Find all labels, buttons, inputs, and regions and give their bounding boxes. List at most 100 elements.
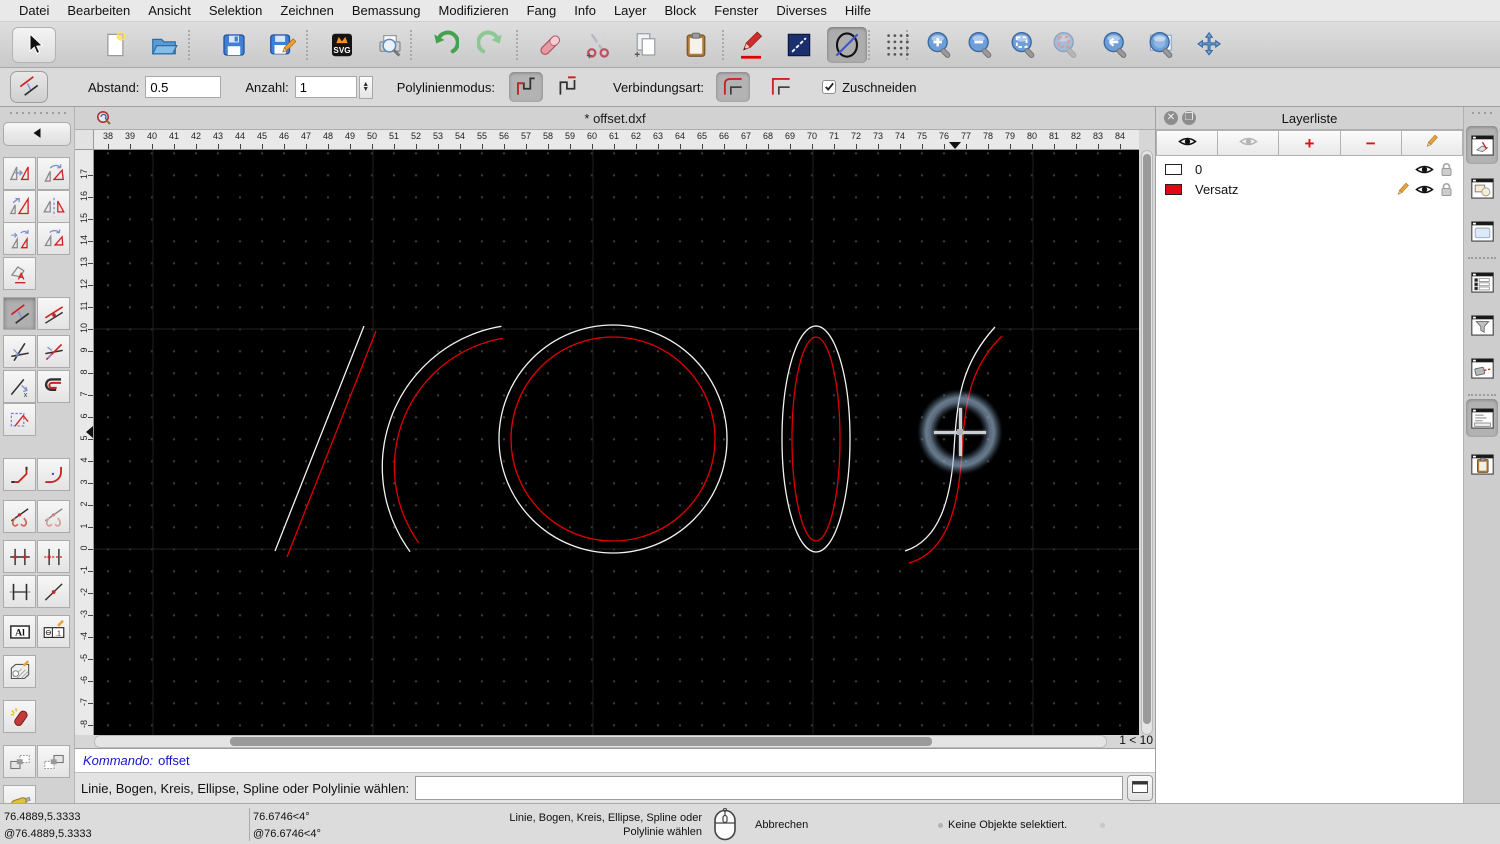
abstand-input[interactable] xyxy=(145,76,222,98)
modify-fillet-button[interactable] xyxy=(37,458,70,491)
menu-item-ansicht[interactable]: Ansicht xyxy=(139,0,200,22)
red-arc-entity[interactable] xyxy=(393,337,504,544)
modify-explode-block-button[interactable] xyxy=(3,745,36,778)
svg-export-button[interactable]: SVG xyxy=(322,27,362,63)
dock-property-editor-button[interactable] xyxy=(1466,263,1498,301)
modify-trim-two-button[interactable] xyxy=(37,335,70,368)
modify-scale-button[interactable] xyxy=(3,190,36,223)
hide-all-layers-button[interactable] xyxy=(1218,130,1280,156)
paste-button[interactable] xyxy=(676,27,716,63)
drawing-canvas[interactable] xyxy=(94,150,1139,735)
modify-purge-button[interactable] xyxy=(37,745,70,778)
edit-layer-button[interactable] xyxy=(1401,130,1464,156)
current-layer-pencil-icon[interactable] xyxy=(1391,182,1413,197)
modify-offset-button[interactable] xyxy=(3,297,36,330)
dock-selection-filter-button[interactable] xyxy=(1466,306,1498,344)
zoom-window-button[interactable] xyxy=(1142,27,1182,63)
save-as-button[interactable] xyxy=(262,27,302,63)
zoom-in-button[interactable] xyxy=(920,27,960,63)
connection-round-button[interactable] xyxy=(716,72,751,102)
menu-item-bemassung[interactable]: Bemassung xyxy=(343,0,430,22)
menu-item-info[interactable]: Info xyxy=(565,0,605,22)
modify-mirror-button[interactable] xyxy=(37,190,70,223)
layer-lock-icon[interactable] xyxy=(1435,182,1457,197)
offset-tool-button[interactable] xyxy=(10,71,48,103)
zoom-selection-button[interactable] xyxy=(1046,27,1086,63)
snap-grid-button[interactable] xyxy=(878,27,918,63)
dock-drag-handle[interactable] xyxy=(1470,111,1496,115)
menu-item-modifizieren[interactable]: Modifizieren xyxy=(430,0,518,22)
selection-arrow-button[interactable] xyxy=(12,27,56,63)
redo-button[interactable] xyxy=(472,27,512,63)
trim-checkbox[interactable]: Zuschneiden xyxy=(822,80,917,95)
pan-button[interactable] xyxy=(1190,27,1230,63)
zoom-previous-button[interactable] xyxy=(1096,27,1136,63)
dock-library-browser-button[interactable] xyxy=(1466,212,1498,250)
menu-item-fenster[interactable]: Fenster xyxy=(705,0,767,22)
cut-button[interactable] xyxy=(578,27,618,63)
layer-visibility-eye-icon[interactable] xyxy=(1413,183,1435,196)
menu-item-fang[interactable]: Fang xyxy=(518,0,566,22)
menu-item-bearbeiten[interactable]: Bearbeiten xyxy=(58,0,139,22)
modify-edit-hatch-button[interactable] xyxy=(3,655,36,688)
polyline-mode-keep-button[interactable] xyxy=(508,72,543,102)
menu-item-selektion[interactable]: Selektion xyxy=(200,0,271,22)
dock-block-list-button[interactable] xyxy=(1466,169,1498,207)
remove-layer-button[interactable]: − xyxy=(1340,130,1402,156)
new-file-button[interactable] xyxy=(96,27,136,63)
add-layer-button[interactable]: + xyxy=(1279,130,1341,156)
undo-button[interactable] xyxy=(424,27,464,63)
connection-sharp-button[interactable] xyxy=(764,72,798,102)
open-file-button[interactable] xyxy=(144,27,184,63)
line-tools-button[interactable] xyxy=(779,27,819,63)
menu-item-layer[interactable]: Layer xyxy=(605,0,656,22)
layer-color-swatch[interactable] xyxy=(1165,183,1182,195)
modify-divide-button[interactable] xyxy=(3,500,36,533)
red-ellipse-entity[interactable] xyxy=(791,336,841,542)
modify-break-gap-button[interactable] xyxy=(3,575,36,608)
modify-explode-button[interactable] xyxy=(3,700,36,733)
white-arc-entity[interactable] xyxy=(381,325,502,553)
modify-trim-button[interactable] xyxy=(3,335,36,368)
modify-break-out-button[interactable] xyxy=(3,540,36,573)
modify-split-button[interactable] xyxy=(37,575,70,608)
show-all-layers-button[interactable] xyxy=(1156,130,1219,156)
modify-align-reference-button[interactable] xyxy=(3,257,36,290)
vertical-scrollbar-thumb[interactable] xyxy=(1143,154,1151,724)
modify-rotate-two-button[interactable] xyxy=(37,222,70,255)
modify-rotate-button[interactable] xyxy=(37,157,70,190)
zoom-auto-button[interactable] xyxy=(1004,27,1044,63)
modify-stretch-button[interactable] xyxy=(3,403,36,436)
white-line-entity[interactable] xyxy=(274,325,365,552)
layer-visibility-eye-icon[interactable] xyxy=(1413,163,1435,176)
menu-item-zeichnen[interactable]: Zeichnen xyxy=(271,0,342,22)
white-circle-entity[interactable] xyxy=(498,324,728,554)
back-button[interactable] xyxy=(3,122,71,146)
print-preview-button[interactable] xyxy=(370,27,410,63)
modify-divide-2-button[interactable] xyxy=(37,500,70,533)
draw-tools-button[interactable] xyxy=(731,27,771,63)
modify-edit-text-button[interactable]: Al xyxy=(3,615,36,648)
horizontal-scrollbar-thumb[interactable] xyxy=(230,737,932,746)
menu-item-block[interactable]: Block xyxy=(655,0,705,22)
modify-move-button[interactable] xyxy=(3,157,36,190)
anzahl-stepper[interactable]: ▲ ▼ xyxy=(358,75,373,99)
palette-drag-handle[interactable] xyxy=(8,111,66,115)
copy-button[interactable] xyxy=(626,27,666,63)
polyline-mode-separate-button[interactable] xyxy=(551,72,585,102)
red-line-entity[interactable] xyxy=(286,330,377,558)
modify-clip-button[interactable] xyxy=(37,370,70,403)
horizontal-scrollbar[interactable] xyxy=(94,735,1107,748)
modify-lengthen-button[interactable]: x xyxy=(3,370,36,403)
save-button[interactable] xyxy=(214,27,254,63)
modify-move-rotate-button[interactable] xyxy=(3,222,36,255)
modify-edit-dimension-button[interactable]: .1 xyxy=(37,615,70,648)
layer-row-0[interactable]: 0 xyxy=(1156,159,1463,179)
dock-clipboard-button[interactable] xyxy=(1466,445,1498,483)
menu-item-datei[interactable]: Datei xyxy=(10,0,58,22)
ellipse-tools-button[interactable] xyxy=(827,27,867,63)
command-line-toggle-button[interactable] xyxy=(1127,775,1153,801)
dock-pointer-button[interactable] xyxy=(1466,349,1498,387)
modify-break-out-manual-button[interactable] xyxy=(37,540,70,573)
command-input[interactable] xyxy=(415,776,1123,800)
